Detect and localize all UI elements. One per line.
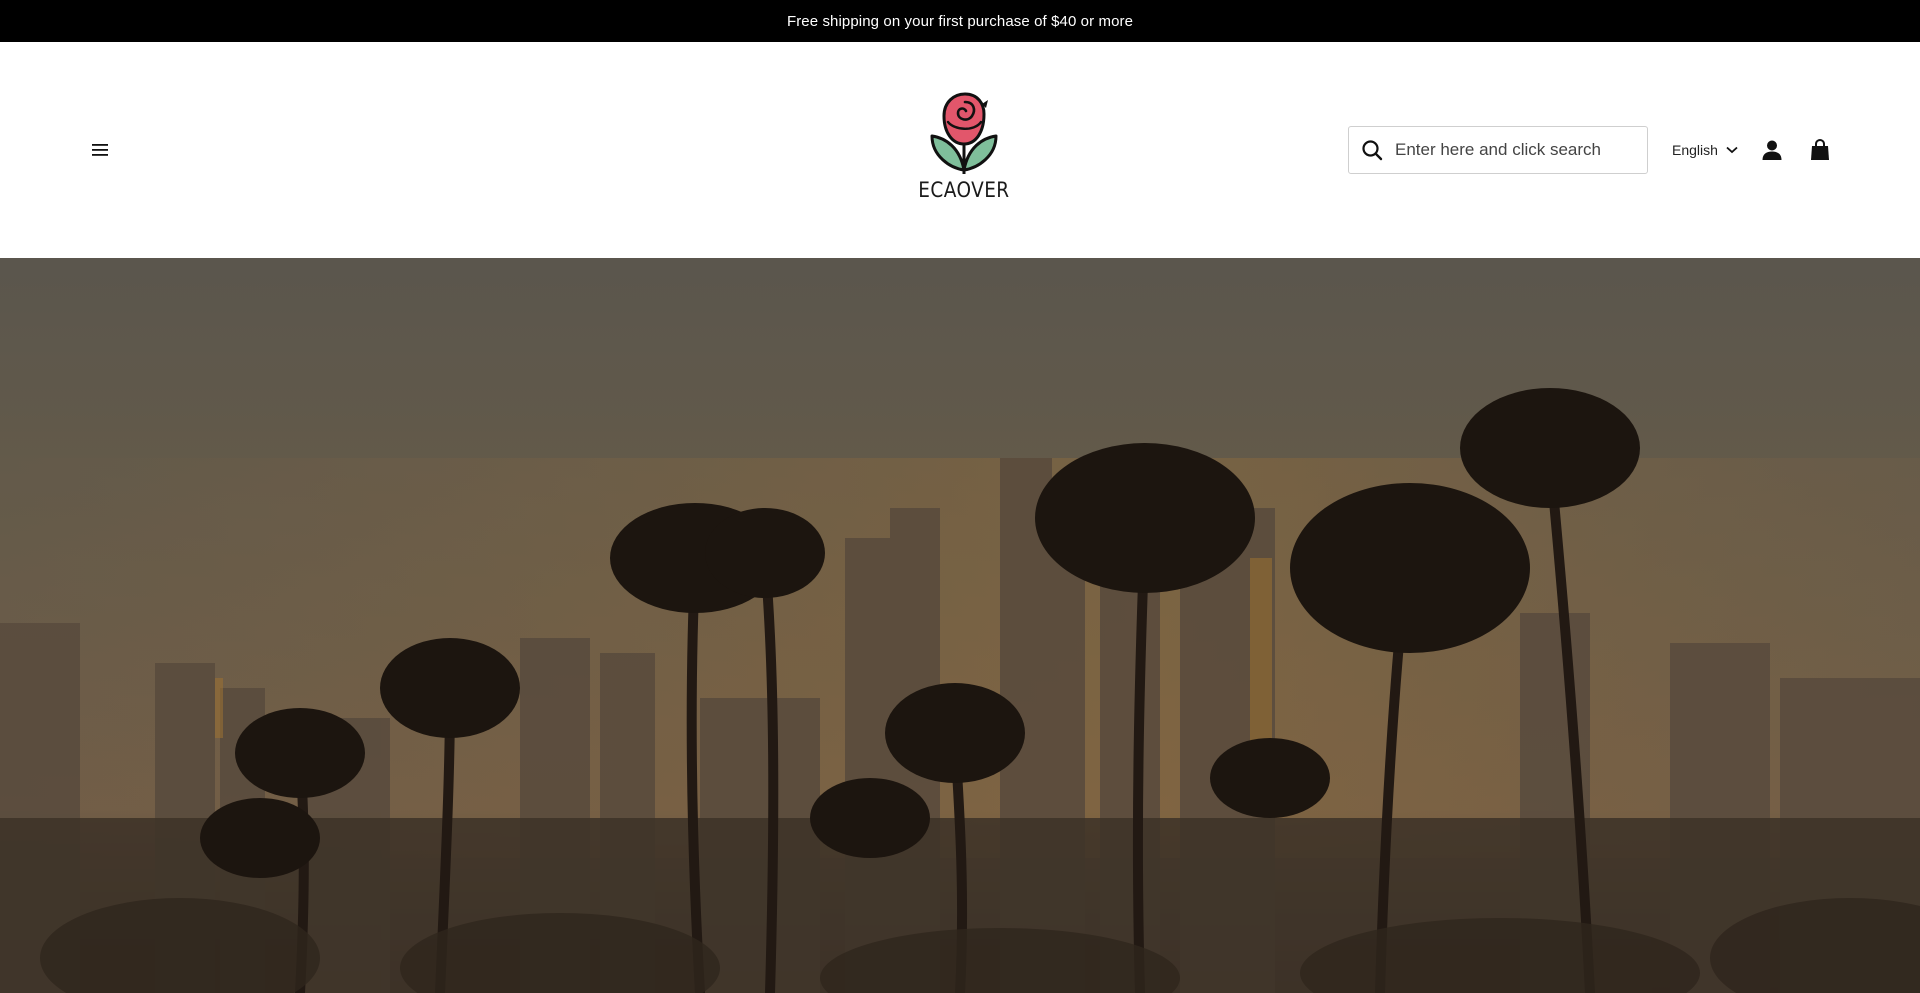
hero-banner	[0, 258, 1920, 993]
site-header: ECAOVER English	[0, 42, 1920, 258]
search-bar[interactable]	[1348, 126, 1648, 174]
search-input[interactable]	[1395, 130, 1635, 170]
menu-button[interactable]	[86, 136, 114, 164]
account-button[interactable]	[1758, 136, 1786, 164]
site-logo[interactable]: ECAOVER	[912, 92, 1016, 208]
logo-text: ECAOVER	[918, 178, 1010, 202]
rose-logo-icon	[930, 92, 998, 174]
user-icon	[1762, 140, 1782, 160]
cart-button[interactable]	[1806, 136, 1834, 164]
announcement-bar: Free shipping on your first purchase of …	[0, 0, 1920, 42]
hamburger-icon	[92, 144, 108, 156]
hero-image	[0, 258, 1920, 993]
search-icon[interactable]	[1349, 127, 1395, 173]
announcement-text: Free shipping on your first purchase of …	[786, 12, 1134, 30]
shopping-bag-icon	[1811, 139, 1829, 160]
chevron-down-icon	[1726, 146, 1738, 154]
language-label: English	[1672, 142, 1718, 158]
language-selector[interactable]: English	[1672, 138, 1738, 162]
